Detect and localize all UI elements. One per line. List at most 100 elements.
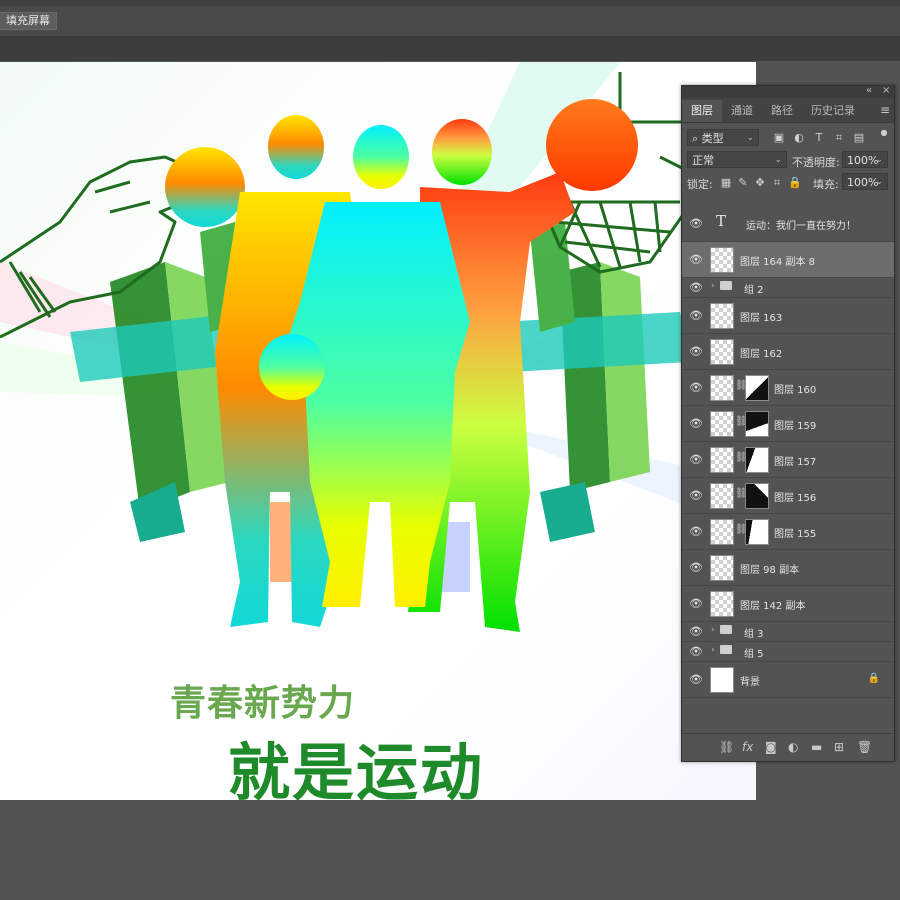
expand-chevron-icon[interactable]: › [711,281,715,291]
collapse-icon[interactable]: « [866,85,872,96]
layer-name: 图层 142 副本 [740,600,806,612]
visibility-eye-icon[interactable]: 👁 [689,625,703,638]
layer-row[interactable]: 👁 背景 🔒 [682,662,894,698]
layer-name: 图层 160 [774,384,817,396]
layer-row[interactable]: 👁 ⛓ 图层 156 [682,478,894,514]
pixel-filter-icon[interactable]: ▣ [773,132,785,144]
layer-row[interactable]: 👁 图层 98 副本 [682,550,894,586]
layer-row[interactable]: 👁 图层 162 [682,334,894,370]
filter-toggle-icon[interactable]: ● [878,127,890,139]
fill-input[interactable]: 100% ⌄ [842,173,888,190]
visibility-eye-icon[interactable]: 👁 [689,417,703,430]
layer-mask-thumbnail[interactable] [745,447,769,473]
layer-thumbnail [710,339,734,365]
tab-channels[interactable]: 通道 [722,100,762,122]
layer-row[interactable]: 👁 › 组 3 [682,622,894,642]
lock-label: 锁定: [687,178,713,191]
opacity-label: 不透明度: [792,156,840,169]
slogan-line-1: 青春新势力 [170,682,356,724]
layer-thumbnail [710,303,734,329]
link-layers-icon[interactable]: ⛓ [719,740,734,754]
opacity-input[interactable]: 100% ⌄ [842,151,888,168]
visibility-eye-icon[interactable]: 👁 [689,309,703,322]
blend-mode-select[interactable]: 正常 ⌄ [687,151,787,168]
filter-kind-value: 类型 [701,132,724,145]
visibility-eye-icon[interactable]: 👁 [689,281,703,294]
expand-chevron-icon[interactable]: › [711,625,715,635]
layer-row[interactable]: 👁 › 组 2 [682,278,894,298]
visibility-eye-icon[interactable]: 👁 [689,381,703,394]
document-canvas[interactable]: 青春新势力 就是运动 [0,62,756,800]
visibility-eye-icon[interactable]: 👁 [689,673,703,686]
layer-row[interactable]: 👁 ⛓ 图层 159 [682,406,894,442]
tab-paths[interactable]: 路径 [762,100,802,122]
document-tab-strip [0,37,900,61]
layer-name: 组 5 [744,648,764,660]
visibility-eye-icon[interactable]: 👁 [689,597,703,610]
new-layer-icon[interactable]: ⊞ [834,740,844,754]
layer-row[interactable]: 👁 ⛓ 图层 155 [682,514,894,550]
adjustment-layer-icon[interactable]: ◐ [788,740,798,754]
close-icon[interactable]: × [882,85,890,96]
layer-name: 图层 156 [774,492,817,504]
layer-thumbnail [710,519,734,545]
layer-name: 图层 157 [774,456,817,468]
folder-icon [720,281,732,290]
layer-row[interactable]: 👁 图层 163 [682,298,894,334]
lock-transparent-icon[interactable]: ▦ [720,177,732,189]
layer-mask-thumbnail[interactable] [745,519,769,545]
layer-mask-thumbnail[interactable] [745,375,769,401]
type-filter-icon[interactable]: T [813,132,825,144]
layer-name: 图层 155 [774,528,817,540]
visibility-eye-icon[interactable]: 👁 [689,453,703,466]
opacity-value: 100% [847,154,879,167]
filter-row: ⌕ 类型 ⌄ ▣ ◐ T ⌗ ▤ ● [682,127,894,151]
chevron-down-icon: ⌄ [875,177,883,187]
fill-screen-button[interactable]: 填充屏幕 [0,12,57,30]
options-bar: 填充屏幕 [0,0,900,37]
layer-row[interactable]: 👁 › 组 5 [682,642,894,662]
layer-name: 图层 98 副本 [740,564,800,576]
panel-footer: ⛓ fx ◙ ◐ ▬ ⊞ 🗑 [682,733,894,761]
layer-row[interactable]: 👁 图层 142 副本 [682,586,894,622]
add-mask-icon[interactable]: ◙ [765,740,777,754]
visibility-eye-icon[interactable]: 👁 [689,345,703,358]
layer-thumbnail [710,483,734,509]
lock-all-icon[interactable]: 🔒 [788,177,802,189]
lock-image-icon[interactable]: ✎ [737,177,749,189]
filter-kind-select[interactable]: ⌕ 类型 ⌄ [687,129,759,146]
layer-name: 图层 163 [740,312,783,324]
adjustment-filter-icon[interactable]: ◐ [793,132,805,144]
visibility-eye-icon[interactable]: 👁 [689,217,703,230]
layer-row[interactable]: 👁 T 运动：我们一直在努力！ [682,206,894,242]
smart-object-filter-icon[interactable]: ▤ [853,132,865,144]
slogan-line-2: 就是运动 [228,736,485,800]
tab-layers[interactable]: 图层 [682,100,722,122]
visibility-eye-icon[interactable]: 👁 [689,253,703,266]
expand-chevron-icon[interactable]: › [711,645,715,655]
panel-menu-icon[interactable]: ≡ [880,103,890,117]
shape-filter-icon[interactable]: ⌗ [833,132,845,144]
lock-artboard-icon[interactable]: ⌗ [771,177,783,189]
lock-position-icon[interactable]: ✥ [754,177,766,189]
chevron-down-icon: ⌄ [746,133,754,143]
new-group-icon[interactable]: ▬ [811,740,822,754]
visibility-eye-icon[interactable]: 👁 [689,525,703,538]
panel-header-bar: « × [682,85,894,98]
visibility-eye-icon[interactable]: 👁 [689,561,703,574]
layer-mask-thumbnail[interactable] [745,483,769,509]
tab-history[interactable]: 历史记录 [802,100,864,122]
trash-icon[interactable]: 🗑 [857,740,872,754]
folder-icon [720,645,732,654]
layer-row[interactable]: 👁 ⛓ 图层 157 [682,442,894,478]
layer-thumbnail [710,447,734,473]
layer-mask-thumbnail[interactable] [745,411,769,437]
lock-icon[interactable]: 🔒 [868,673,880,684]
visibility-eye-icon[interactable]: 👁 [689,645,703,658]
fx-icon[interactable]: fx [742,740,753,754]
layer-row-selected[interactable]: 👁 图层 164 副本 8 [682,242,894,278]
layer-row[interactable]: 👁 ⛓ 图层 160 [682,370,894,406]
layer-thumbnail [710,555,734,581]
blend-mode-value: 正常 [692,154,714,167]
visibility-eye-icon[interactable]: 👁 [689,489,703,502]
